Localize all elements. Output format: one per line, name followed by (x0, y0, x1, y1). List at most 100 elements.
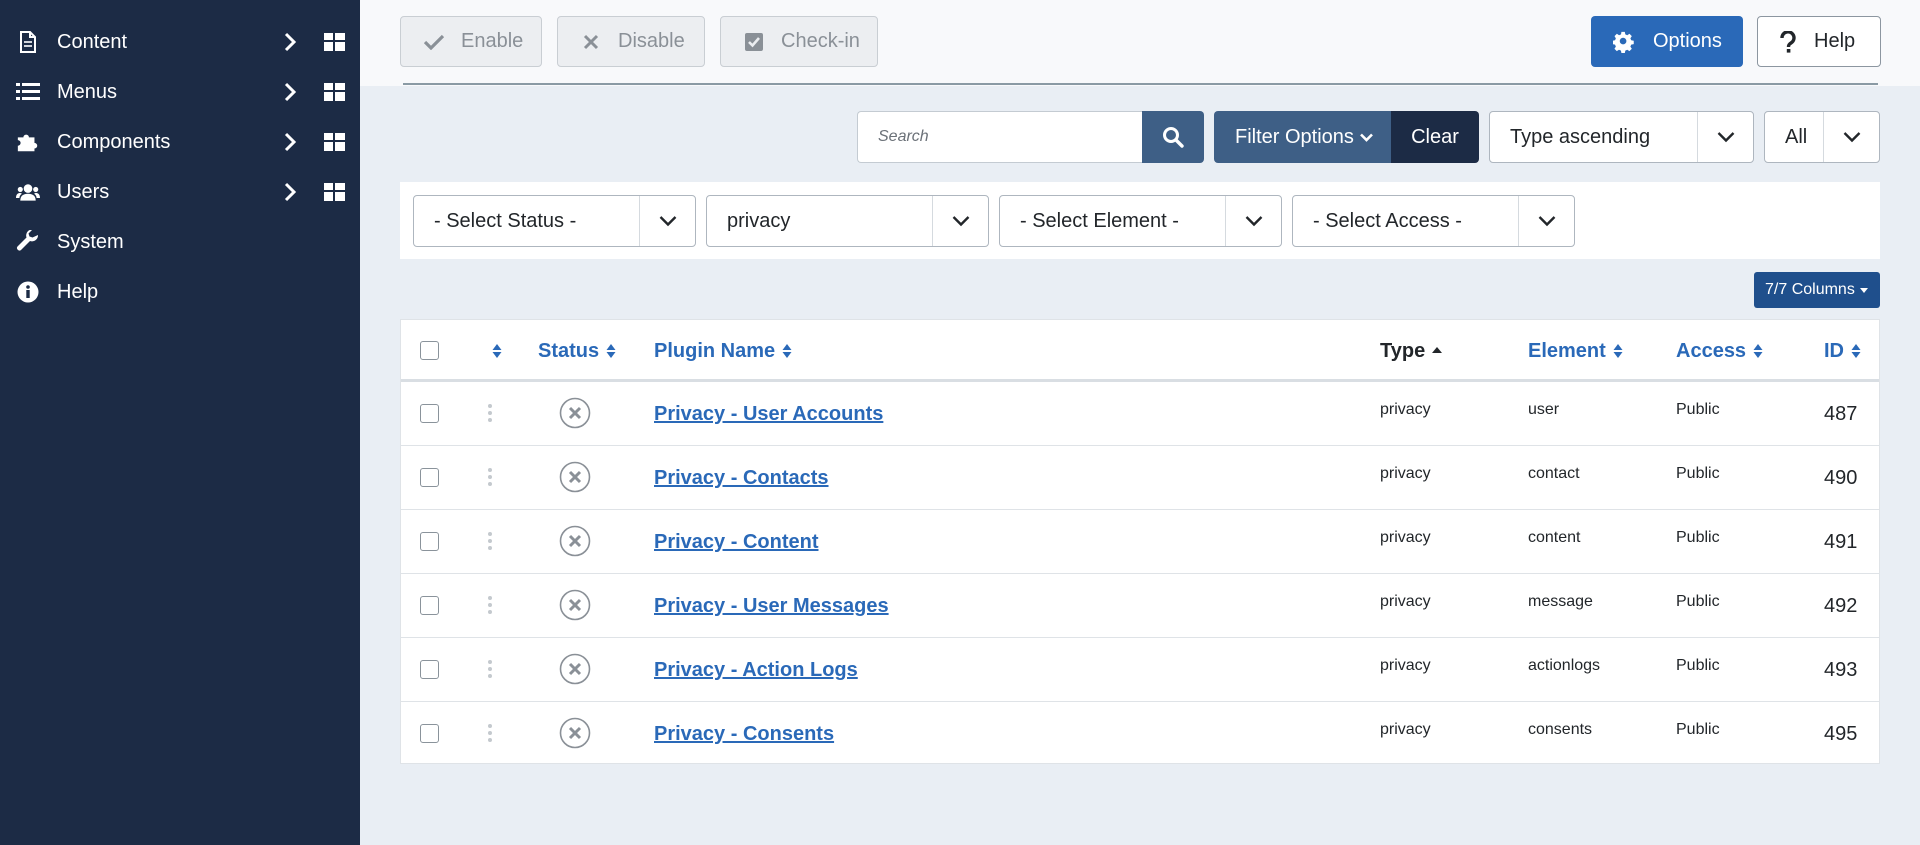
sort-icon (492, 344, 502, 358)
search-button[interactable] (1142, 111, 1204, 163)
puzzle-icon (16, 131, 40, 153)
drag-handle-icon[interactable] (487, 531, 493, 551)
info-icon (16, 281, 40, 303)
drag-handle-icon[interactable] (487, 467, 493, 487)
access-filter-select[interactable]: - Select Access - (1292, 195, 1575, 247)
row-checkbox[interactable] (420, 532, 439, 551)
filter-options-label: Filter Options (1235, 125, 1354, 148)
sidebar-item-label: System (57, 231, 124, 253)
columns-label: 7/7 Columns (1765, 281, 1855, 298)
row-checkbox[interactable] (420, 404, 439, 423)
sort-asc-icon (1432, 347, 1443, 353)
unpublished-status-icon[interactable] (559, 525, 591, 557)
chevron-right-icon[interactable] (280, 182, 300, 202)
access-column-header[interactable]: Access (1676, 320, 1763, 382)
disable-button[interactable]: Disable (557, 16, 705, 67)
unpublished-status-icon[interactable] (559, 461, 591, 493)
chevron-right-icon[interactable] (280, 82, 300, 102)
enable-label: Enable (461, 30, 524, 52)
row-checkbox[interactable] (420, 468, 439, 487)
file-icon (16, 31, 40, 53)
plugin-name-link[interactable]: Privacy - Action Logs (654, 638, 858, 702)
sort-icon (782, 344, 792, 358)
unpublished-status-icon[interactable] (559, 397, 591, 429)
chevron-down-icon (1697, 112, 1753, 162)
unpublished-status-icon[interactable] (559, 589, 591, 621)
access-filter-value: - Select Access - (1313, 209, 1462, 232)
sidebar: Content Menus Components Users System He… (0, 0, 360, 845)
select-all-checkbox[interactable] (420, 341, 439, 360)
id-cell: 495 (1824, 723, 1858, 745)
unpublished-status-icon[interactable] (559, 653, 591, 685)
list-icon (16, 81, 40, 103)
access-header-label: Access (1676, 340, 1747, 362)
ordering-value: Type ascending (1510, 125, 1651, 148)
plugin-name-link[interactable]: Privacy - Consents (654, 702, 834, 766)
caret-down-icon (1859, 287, 1868, 293)
sidebar-item-components[interactable]: Components (0, 117, 360, 167)
status-header-label: Status (538, 340, 600, 362)
sidebar-item-users[interactable]: Users (0, 167, 360, 217)
plugin-name-link[interactable]: Privacy - User Accounts (654, 382, 883, 446)
clear-button[interactable]: Clear (1391, 111, 1479, 163)
unpublished-status-icon[interactable] (559, 717, 591, 749)
element-filter-select[interactable]: - Select Element - (999, 195, 1282, 247)
status-filter-select[interactable]: - Select Status - (413, 195, 696, 247)
check-icon (423, 31, 445, 53)
chevron-down-icon (1225, 196, 1281, 246)
dashboard-grid-icon[interactable] (324, 83, 345, 101)
element-column-header[interactable]: Element (1528, 320, 1623, 382)
sidebar-item-system[interactable]: System (0, 217, 360, 267)
check-in-label: Check-in (781, 30, 860, 52)
access-cell: Public (1676, 721, 1720, 738)
dashboard-grid-icon[interactable] (324, 33, 345, 51)
element-cell: contact (1528, 465, 1580, 482)
drag-handle-icon[interactable] (487, 659, 493, 679)
id-column-header[interactable]: ID (1824, 320, 1861, 382)
element-cell: consents (1528, 721, 1593, 738)
id-cell: 487 (1824, 403, 1858, 425)
chevron-right-icon[interactable] (280, 32, 300, 52)
status-filter-value: - Select Status - (434, 209, 577, 232)
search-input[interactable] (857, 111, 1142, 163)
plugin-name-header-label: Plugin Name (654, 340, 776, 362)
element-cell: user (1528, 401, 1560, 418)
sidebar-item-help[interactable]: Help (0, 267, 360, 317)
row-checkbox[interactable] (420, 724, 439, 743)
dashboard-icon[interactable] (18, 0, 38, 4)
dashboard-grid-icon[interactable] (324, 183, 345, 201)
help-label: Help (1814, 30, 1856, 52)
clear-label: Clear (1411, 125, 1459, 148)
ordering-select[interactable]: Type ascending (1489, 111, 1754, 163)
chevron-down-icon (639, 196, 695, 246)
plugin-name-link[interactable]: Privacy - Content (654, 510, 818, 574)
type-filter-select[interactable]: privacy (706, 195, 989, 247)
enable-button[interactable]: Enable (400, 16, 542, 67)
status-column-header[interactable]: Status (538, 320, 616, 382)
sidebar-item-label: Users (57, 181, 110, 203)
sidebar-item-content[interactable]: Content (0, 17, 360, 67)
options-button[interactable]: Options (1591, 16, 1743, 67)
check-in-button[interactable]: Check-in (720, 16, 878, 67)
limit-select[interactable]: All (1764, 111, 1880, 163)
plugin-name-link[interactable]: Privacy - Contacts (654, 446, 829, 510)
row-checkbox[interactable] (420, 596, 439, 615)
drag-handle-icon[interactable] (487, 403, 493, 423)
chevron-right-icon[interactable] (280, 132, 300, 152)
plugin-name-link[interactable]: Privacy - User Messages (654, 574, 889, 638)
wrench-icon (16, 230, 40, 253)
drag-handle-icon[interactable] (487, 595, 493, 615)
ordering-column-header[interactable] (485, 320, 502, 382)
columns-toggle-button[interactable]: 7/7 Columns (1754, 272, 1880, 308)
chevron-down-icon (1518, 196, 1574, 246)
plugin-name-column-header[interactable]: Plugin Name (654, 320, 792, 382)
row-checkbox[interactable] (420, 660, 439, 679)
filter-options-button[interactable]: Filter Options (1214, 111, 1391, 163)
type-column-header[interactable]: Type (1380, 320, 1443, 382)
sidebar-item-label: Content (57, 31, 128, 53)
sidebar-item-menus[interactable]: Menus (0, 67, 360, 117)
dashboard-grid-icon[interactable] (324, 133, 345, 151)
drag-handle-icon[interactable] (487, 723, 493, 743)
help-button[interactable]: Help (1757, 16, 1881, 67)
element-cell: content (1528, 529, 1581, 546)
